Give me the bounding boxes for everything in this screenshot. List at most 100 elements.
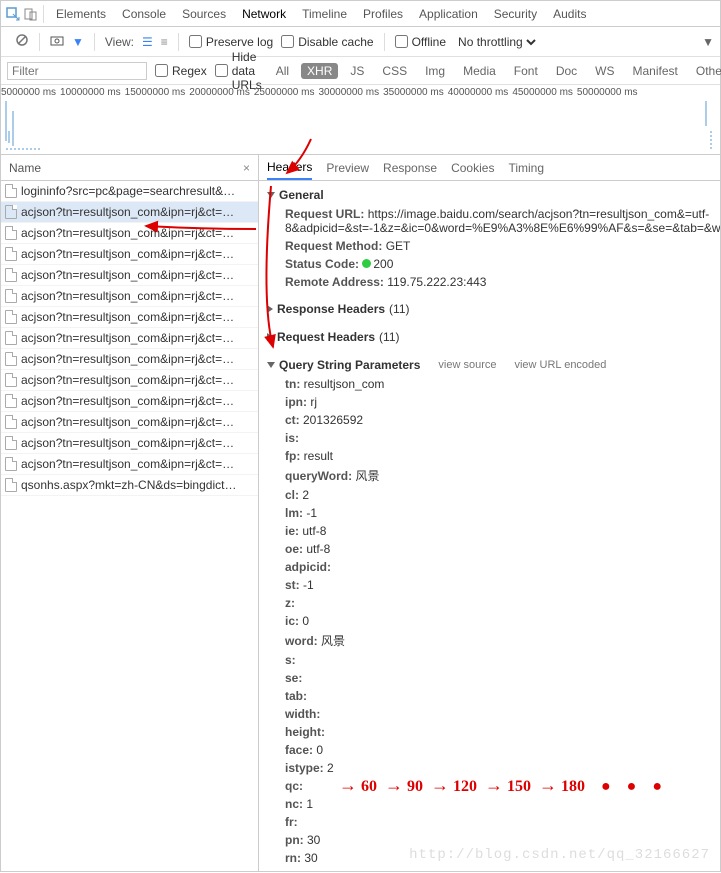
overview-timeline[interactable]: 5000000 ms10000000 ms15000000 ms20000000… bbox=[1, 85, 720, 155]
file-icon bbox=[5, 268, 17, 282]
name-column-header[interactable]: Name × bbox=[1, 155, 258, 181]
watermark-text: http://blog.csdn.net/qq_32166627 bbox=[409, 847, 710, 863]
status-dot-icon bbox=[362, 259, 371, 268]
preserve-log-checkbox[interactable]: Preserve log bbox=[189, 35, 273, 49]
query-param-row: height: bbox=[267, 723, 712, 741]
request-row[interactable]: acjson?tn=resultjson_com&ipn=rj&ct=… bbox=[1, 349, 258, 370]
query-param-row: face: 0 bbox=[267, 741, 712, 759]
filter-type-xhr[interactable]: XHR bbox=[301, 63, 338, 79]
main-tab-timeline[interactable]: Timeline bbox=[294, 3, 355, 25]
filter-type-font[interactable]: Font bbox=[508, 63, 544, 79]
filter-type-ws[interactable]: WS bbox=[589, 63, 620, 79]
request-row[interactable]: acjson?tn=resultjson_com&ipn=rj&ct=… bbox=[1, 412, 258, 433]
request-row[interactable]: acjson?tn=resultjson_com&ipn=rj&ct=… bbox=[1, 286, 258, 307]
disable-cache-checkbox[interactable]: Disable cache bbox=[281, 35, 373, 49]
query-param-row: st: -1 bbox=[267, 576, 712, 594]
view-url-encoded-link[interactable]: view URL encoded bbox=[514, 359, 606, 371]
request-row[interactable]: acjson?tn=resultjson_com&ipn=rj&ct=… bbox=[1, 454, 258, 475]
filter-type-js[interactable]: JS bbox=[344, 63, 370, 79]
requests-pane: Name × logininfo?src=pc&page=searchresul… bbox=[1, 155, 259, 871]
request-row[interactable]: acjson?tn=resultjson_com&ipn=rj&ct=… bbox=[1, 433, 258, 454]
response-headers-section[interactable]: Response Headers (11) bbox=[267, 299, 712, 319]
filter-type-all[interactable]: All bbox=[270, 63, 295, 79]
request-row[interactable]: acjson?tn=resultjson_com&ipn=rj&ct=… bbox=[1, 223, 258, 244]
query-param-row: queryWord: 风景 bbox=[267, 465, 712, 486]
filter-type-css[interactable]: CSS bbox=[376, 63, 413, 79]
regex-checkbox[interactable]: Regex bbox=[155, 64, 207, 78]
request-row[interactable]: acjson?tn=resultjson_com&ipn=rj&ct=… bbox=[1, 370, 258, 391]
main-tab-audits[interactable]: Audits bbox=[545, 3, 594, 25]
detail-tab-timing[interactable]: Timing bbox=[508, 157, 544, 179]
file-icon bbox=[5, 415, 17, 429]
filter-toggle-icon[interactable]: ▼ bbox=[72, 35, 84, 49]
detail-tab-headers[interactable]: Headers bbox=[267, 156, 312, 180]
request-row[interactable]: acjson?tn=resultjson_com&ipn=rj&ct=… bbox=[1, 265, 258, 286]
throttle-select[interactable]: No throttling bbox=[454, 34, 539, 50]
request-row[interactable]: logininfo?src=pc&page=searchresult&… bbox=[1, 181, 258, 202]
separator bbox=[39, 33, 40, 51]
main-tab-application[interactable]: Application bbox=[411, 3, 486, 25]
query-param-row: ct: 201326592 bbox=[267, 411, 712, 429]
query-param-row: tab: bbox=[267, 687, 712, 705]
separator bbox=[178, 33, 179, 51]
filter-type-doc[interactable]: Doc bbox=[550, 63, 583, 79]
view-label: View: bbox=[105, 35, 134, 49]
general-section-header[interactable]: General bbox=[267, 185, 712, 205]
file-icon bbox=[5, 478, 17, 492]
request-row[interactable]: acjson?tn=resultjson_com&ipn=rj&ct=… bbox=[1, 391, 258, 412]
capture-screenshots-icon[interactable] bbox=[50, 34, 64, 49]
detail-tab-cookies[interactable]: Cookies bbox=[451, 157, 494, 179]
main-tab-profiles[interactable]: Profiles bbox=[355, 3, 411, 25]
waterfall-icon[interactable]: ≡ bbox=[161, 35, 168, 49]
main-tab-console[interactable]: Console bbox=[114, 3, 174, 25]
filter-input[interactable] bbox=[7, 62, 147, 80]
file-icon bbox=[5, 289, 17, 303]
query-param-row: oe: utf-8 bbox=[267, 540, 712, 558]
filter-type-other[interactable]: Other bbox=[690, 63, 721, 79]
request-row[interactable]: qsonhs.aspx?mkt=zh-CN&ds=bingdict… bbox=[1, 475, 258, 496]
request-row[interactable]: acjson?tn=resultjson_com&ipn=rj&ct=… bbox=[1, 244, 258, 265]
details-pane: Headers Preview Response Cookies Timing Gene… bbox=[259, 155, 720, 871]
separator bbox=[94, 33, 95, 51]
file-icon bbox=[5, 352, 17, 366]
filter-type-img[interactable]: Img bbox=[419, 63, 451, 79]
query-param-row: fr: bbox=[267, 813, 712, 831]
query-param-row: lm: -1 bbox=[267, 504, 712, 522]
query-param-row: istype: 2 bbox=[267, 759, 712, 777]
request-headers-section[interactable]: Request Headers (11) bbox=[267, 327, 712, 347]
filter-type-manifest[interactable]: Manifest bbox=[627, 63, 684, 79]
detail-tab-response[interactable]: Response bbox=[383, 157, 437, 179]
detail-tab-preview[interactable]: Preview bbox=[326, 157, 369, 179]
inspect-icon[interactable] bbox=[5, 6, 21, 22]
query-param-row: cl: 2 bbox=[267, 486, 712, 504]
dropdown-icon[interactable]: ▼ bbox=[702, 35, 714, 49]
offline-checkbox[interactable]: Offline bbox=[395, 35, 446, 49]
request-row[interactable]: acjson?tn=resultjson_com&ipn=rj&ct=… bbox=[1, 307, 258, 328]
main-tab-elements[interactable]: Elements bbox=[48, 3, 114, 25]
filter-type-media[interactable]: Media bbox=[457, 63, 502, 79]
file-icon bbox=[5, 205, 17, 219]
separator bbox=[43, 5, 44, 23]
query-param-row: gsm: 1e bbox=[267, 867, 712, 871]
network-toolbar: ▼ View: ☰ ≡ Preserve log Disable cache O… bbox=[1, 27, 720, 57]
large-rows-icon[interactable]: ☰ bbox=[142, 35, 153, 49]
device-toggle-icon[interactable] bbox=[23, 6, 39, 22]
main-tab-sources[interactable]: Sources bbox=[174, 3, 234, 25]
close-icon[interactable]: × bbox=[243, 161, 250, 175]
query-param-row: ipn: rj bbox=[267, 393, 712, 411]
file-icon bbox=[5, 436, 17, 450]
query-string-params-section[interactable]: Query String Parameters view source view… bbox=[267, 355, 712, 375]
file-icon bbox=[5, 394, 17, 408]
query-param-row: s: bbox=[267, 651, 712, 669]
file-icon bbox=[5, 184, 17, 198]
query-param-row: qc: bbox=[267, 777, 712, 795]
query-param-row: z: bbox=[267, 594, 712, 612]
request-row[interactable]: acjson?tn=resultjson_com&ipn=rj&ct=… bbox=[1, 202, 258, 223]
main-tab-security[interactable]: Security bbox=[486, 3, 545, 25]
file-icon bbox=[5, 226, 17, 240]
file-icon bbox=[5, 331, 17, 345]
main-tab-network[interactable]: Network bbox=[234, 3, 294, 25]
clear-button[interactable] bbox=[15, 33, 29, 50]
view-source-link[interactable]: view source bbox=[438, 359, 496, 371]
request-row[interactable]: acjson?tn=resultjson_com&ipn=rj&ct=… bbox=[1, 328, 258, 349]
